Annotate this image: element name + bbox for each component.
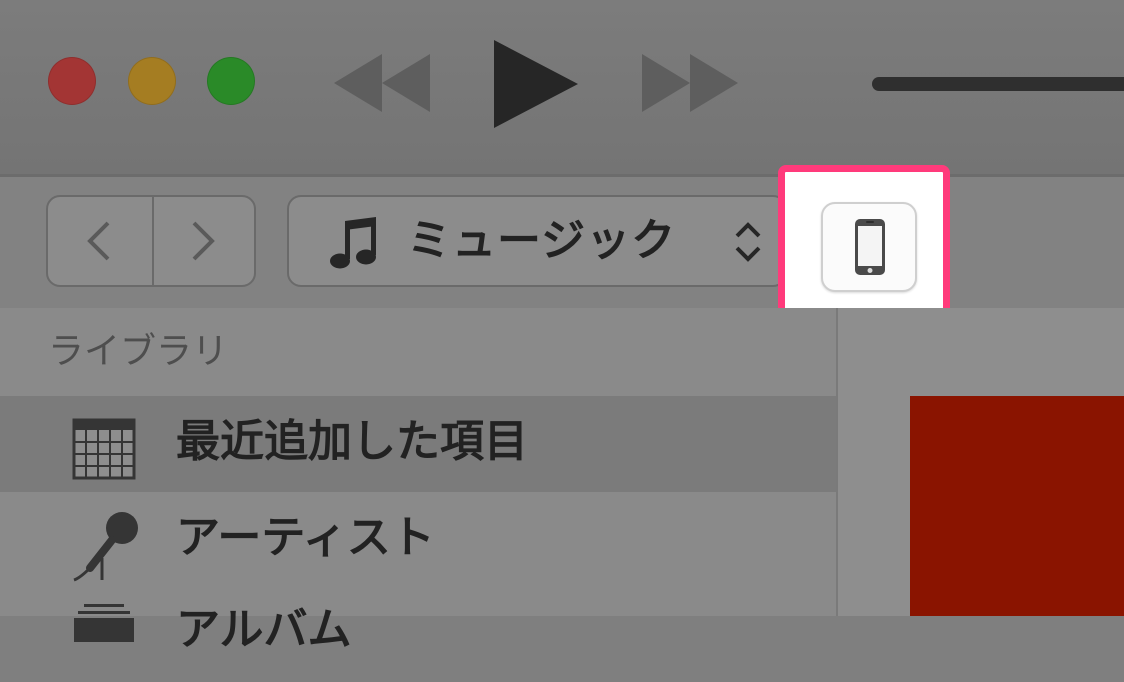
rewind-icon[interactable] (334, 54, 432, 112)
fast-forward-icon[interactable] (640, 54, 738, 112)
play-icon[interactable] (490, 40, 582, 128)
album-icon (74, 604, 134, 642)
sidebar-item-artists[interactable]: アーティスト (0, 492, 836, 588)
sidebar-item-label: アーティスト (176, 512, 435, 563)
media-kind-selector[interactable]: ミュージック (287, 195, 787, 287)
main-content (836, 308, 1124, 616)
sidebar-item-label: 最近追加した項目 (176, 416, 528, 467)
device-button-highlight (778, 165, 950, 321)
close-button[interactable] (48, 57, 96, 105)
navigation-buttons (46, 195, 256, 287)
sidebar-item-recently-added[interactable]: 最近追加した項目 (0, 396, 836, 492)
chevron-right-icon (192, 221, 215, 261)
device-button[interactable] (821, 202, 917, 292)
microphone-icon (73, 512, 138, 582)
sidebar-item-albums[interactable]: アルバム (0, 586, 836, 682)
chevron-left-icon (87, 221, 110, 261)
music-note-icon (330, 217, 376, 269)
sidebar-item-label: アルバム (176, 604, 352, 655)
zoom-button[interactable] (207, 57, 255, 105)
media-kind-label: ミュージック (407, 215, 677, 266)
album-artwork[interactable] (910, 396, 1124, 616)
up-down-chevron-icon (735, 222, 761, 262)
forward-button[interactable] (152, 197, 256, 285)
minimize-button[interactable] (128, 57, 176, 105)
sidebar-heading-library: ライブラリ (48, 331, 229, 372)
sidebar: ライブラリ 最近追加した項目 アーティスト アルバム (0, 308, 836, 655)
calendar-grid-icon (72, 418, 136, 480)
back-button[interactable] (48, 197, 154, 285)
volume-slider[interactable] (872, 77, 1124, 91)
iphone-icon (855, 219, 885, 275)
title-bar (0, 0, 1124, 174)
